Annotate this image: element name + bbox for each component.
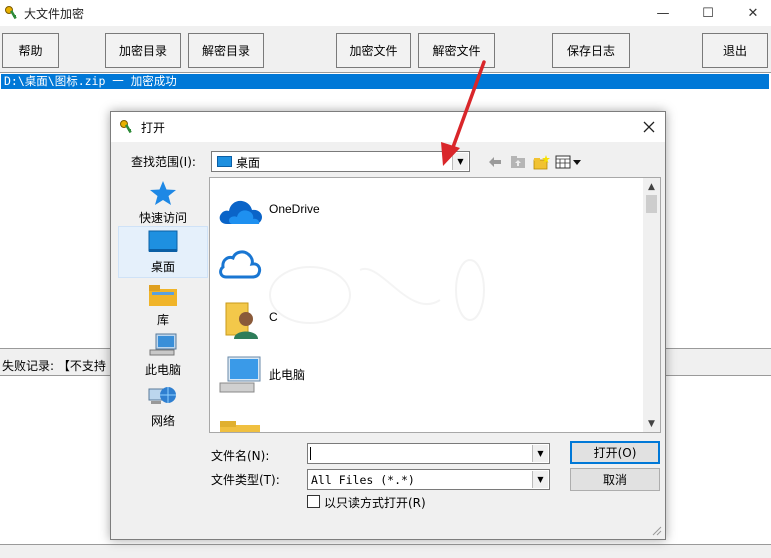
encrypt-file-button[interactable]: 加密文件	[336, 33, 411, 68]
desktop-icon	[148, 229, 178, 255]
cloud-icon	[216, 243, 264, 287]
key-icon	[119, 119, 135, 135]
list-item-folder[interactable]	[216, 406, 636, 432]
scroll-thumb[interactable]	[646, 195, 657, 213]
chevron-down-icon[interactable]: ▼	[452, 153, 468, 170]
text-caret	[310, 447, 311, 460]
places-bar: 快速访问 桌面 库 此电脑 网络	[118, 178, 208, 432]
window-titlebar: 大文件加密 — ☐ ✕	[0, 0, 771, 26]
minimize-button[interactable]: —	[641, 0, 685, 26]
readonly-label: 以只读方式打开(R)	[324, 496, 426, 510]
desktop-icon	[217, 156, 232, 167]
decrypt-file-button[interactable]: 解密文件	[418, 33, 495, 68]
open-button[interactable]: 打开(O)	[570, 441, 660, 464]
file-list-scrollbar[interactable]: ▲ ▼	[643, 178, 660, 432]
scroll-up-icon[interactable]: ▲	[643, 178, 660, 195]
key-icon	[4, 5, 20, 21]
fail-record-label: 失败记录: 【不支持	[2, 359, 106, 373]
computer-icon	[216, 353, 264, 397]
file-list[interactable]: OneDrive C 此电脑 ▲ ▼	[209, 177, 661, 433]
place-this-pc[interactable]: 此电脑	[118, 330, 208, 382]
place-desktop[interactable]: 桌面	[118, 226, 208, 278]
look-in-value: 桌面	[236, 156, 261, 170]
encrypt-dir-button[interactable]: 加密目录	[105, 33, 181, 68]
onedrive-cloud-icon	[216, 189, 264, 233]
chevron-down-icon[interactable]: ▼	[532, 445, 548, 462]
place-library[interactable]: 库	[118, 280, 208, 332]
up-folder-icon[interactable]	[509, 154, 527, 170]
filename-field[interactable]: ▼	[307, 443, 550, 464]
readonly-checkbox[interactable]	[307, 495, 320, 508]
list-item-this-pc[interactable]: 此电脑	[216, 350, 636, 400]
network-icon	[148, 383, 178, 409]
look-in-label: 查找范围(I):	[131, 155, 196, 169]
maximize-button[interactable]: ☐	[686, 0, 730, 26]
cancel-button[interactable]: 取消	[570, 468, 660, 491]
star-icon	[148, 180, 178, 206]
list-item-user[interactable]: C	[216, 294, 636, 344]
filetype-select[interactable]: All Files (*.*) ▼	[307, 469, 550, 490]
place-network[interactable]: 网络	[118, 381, 208, 433]
folder-icon	[216, 409, 264, 432]
decrypt-dir-button[interactable]: 解密目录	[188, 33, 264, 68]
library-icon	[148, 282, 178, 308]
place-quick-access[interactable]: 快速访问	[118, 178, 208, 230]
log-row[interactable]: D:\桌面\图标.zip 一 加密成功	[1, 74, 769, 89]
exit-button[interactable]: 退出	[702, 33, 768, 68]
user-folder-icon	[216, 297, 264, 341]
save-log-button[interactable]: 保存日志	[552, 33, 630, 68]
open-file-dialog: 打开 查找范围(I): 桌面 ▼ 快速访问 桌面 库 此电脑 网络 OneDri…	[110, 111, 666, 540]
new-folder-icon[interactable]	[532, 154, 550, 170]
filetype-label: 文件类型(T):	[211, 473, 280, 487]
help-button[interactable]: 帮助	[2, 33, 59, 68]
close-icon	[643, 121, 655, 133]
list-item-onedrive[interactable]: OneDrive	[216, 186, 636, 236]
resize-grip-icon[interactable]	[650, 524, 662, 536]
filename-label: 文件名(N):	[211, 449, 270, 463]
list-item-cloud[interactable]	[216, 240, 636, 290]
close-window-button[interactable]: ✕	[731, 0, 771, 26]
computer-icon	[148, 332, 178, 358]
back-arrow-icon[interactable]	[487, 154, 503, 170]
look-in-combobox[interactable]: 桌面 ▼	[211, 151, 470, 172]
dialog-title: 打开	[141, 121, 166, 135]
dialog-close-button[interactable]	[637, 115, 661, 139]
view-menu-icon[interactable]	[555, 154, 583, 170]
chevron-down-icon[interactable]: ▼	[532, 471, 548, 488]
scroll-down-icon[interactable]: ▼	[643, 415, 660, 432]
dialog-titlebar: 打开	[111, 112, 665, 142]
window-title: 大文件加密	[24, 7, 85, 21]
